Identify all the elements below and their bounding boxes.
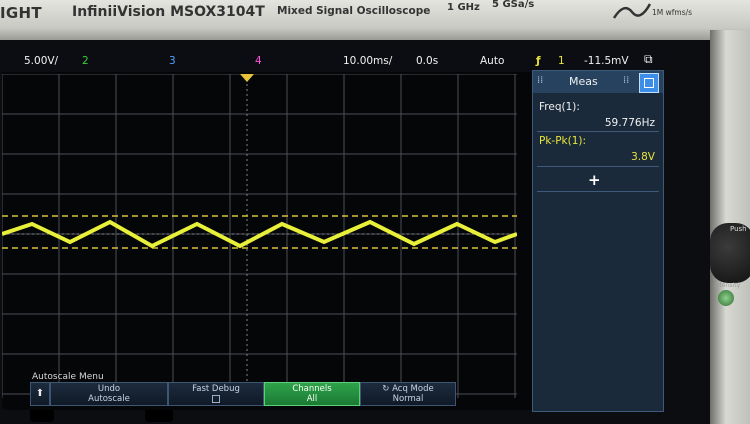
softkey-label: ↻ Acq Mode <box>361 384 455 394</box>
acquisition-status-icon: ⧉ <box>644 52 653 66</box>
softkey-label: Undo <box>97 384 121 394</box>
drag-grip-icon[interactable]: ⁞⁞ <box>623 75 629 86</box>
measurement-panel: ⁞⁞ Meas ⁞⁞ Freq(1): 59.776Hz Pk-Pk(1): 3… <box>532 70 664 412</box>
menu-title: Autoscale Menu <box>32 372 104 382</box>
acq-mode-softkey[interactable]: ↻ Acq Mode Normal <box>360 382 456 406</box>
instrument-bezel: IGHT InfiniiVision MSOX3104T Mixed Signa… <box>0 0 750 40</box>
model-name: InfiniiVision MSOX3104T <box>72 4 265 20</box>
divider <box>537 131 659 132</box>
intensity-button[interactable] <box>718 290 734 306</box>
divider <box>537 166 659 167</box>
instrument-description: Mixed Signal Oscilloscope <box>277 5 431 17</box>
ch4-indicator[interactable]: 4 <box>255 55 262 67</box>
measurement-label: Freq(1): <box>539 101 580 113</box>
softkey-label: Fast Debug <box>192 384 240 394</box>
drag-grip-icon[interactable]: ⁞⁞ <box>537 75 543 86</box>
spec-update-rate: 1M wfms/s <box>652 8 693 17</box>
fast-debug-softkey[interactable]: Fast Debug <box>168 382 264 406</box>
softkey-menu: Autoscale Menu ⬆ Undo Autoscale Fast Deb… <box>28 372 628 406</box>
ch2-indicator[interactable]: 2 <box>82 55 89 67</box>
trigger-edge-icon: ƒ <box>536 55 541 67</box>
waveform-display[interactable] <box>2 74 517 398</box>
divider <box>537 191 659 192</box>
time-delay[interactable]: 0.0s <box>416 55 438 67</box>
measurement-label: Pk-Pk(1): <box>539 135 587 147</box>
softkey-value: Autoscale <box>88 394 130 404</box>
measurement-value: 3.8V <box>631 151 655 163</box>
back-button[interactable]: ⬆ <box>30 382 50 406</box>
intensity-label: Intensity <box>714 282 741 289</box>
spec-bandwidth: 1 GHz <box>447 2 480 13</box>
checkbox-icon <box>212 395 220 403</box>
physical-softkey-2[interactable] <box>145 408 173 422</box>
trigger-position-marker <box>240 74 254 82</box>
brand-name: IGHT <box>0 4 42 22</box>
spec-sample-rate: 5 GSa/s <box>492 0 535 10</box>
softkey-label-text: Acq Mode <box>392 384 434 394</box>
channels-softkey[interactable]: Channels All <box>264 382 360 406</box>
measurement-value: 59.776Hz <box>604 117 655 129</box>
timebase[interactable]: 10.00ms/ <box>343 55 392 67</box>
add-measurement-icon[interactable]: + <box>588 171 601 189</box>
oscilloscope-screen: 5.00V/ 2 3 4 10.00ms/ 0.0s Auto ƒ 1 -11.… <box>2 50 664 412</box>
undo-autoscale-softkey[interactable]: Undo Autoscale <box>50 382 168 406</box>
softkey-value: Normal <box>392 394 424 404</box>
ch3-indicator[interactable]: 3 <box>169 55 176 67</box>
rotate-knob-icon: ↻ <box>382 384 390 394</box>
ch1-scale[interactable]: 5.00V/ <box>24 55 58 67</box>
status-bar: 5.00V/ 2 3 4 10.00ms/ 0.0s Auto ƒ 1 -11.… <box>2 50 662 72</box>
softkey-value: All <box>306 394 318 404</box>
waveform-logo-icon <box>612 3 652 19</box>
measurement-title: Meas <box>569 75 598 88</box>
push-knob-label: Push <box>730 225 747 233</box>
trigger-level[interactable]: -11.5mV <box>584 55 629 67</box>
maximize-icon[interactable] <box>639 73 659 93</box>
trigger-mode[interactable]: Auto <box>480 55 504 67</box>
measurement-header: ⁞⁞ Meas ⁞⁞ <box>533 71 663 93</box>
softkey-label: Channels <box>292 384 332 394</box>
trigger-source[interactable]: 1 <box>558 55 565 67</box>
